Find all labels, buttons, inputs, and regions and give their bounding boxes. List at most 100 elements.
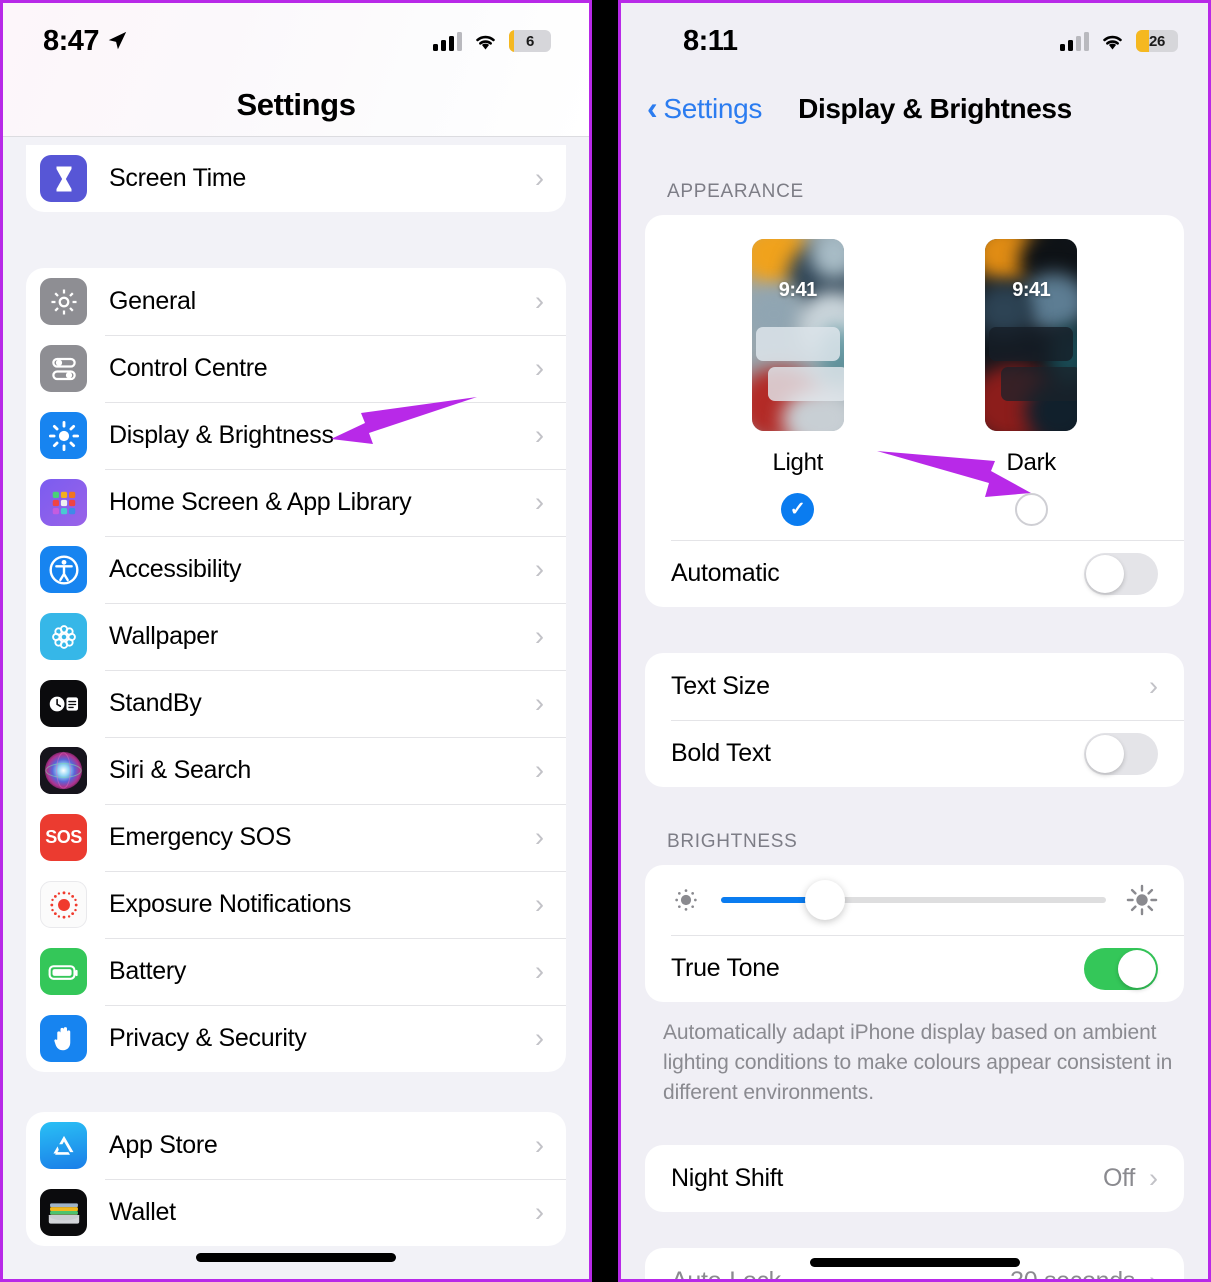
app-store-icon xyxy=(40,1122,87,1169)
appearance-option-label: Light xyxy=(772,449,824,476)
sidebar-item-label: Home Screen & App Library xyxy=(109,488,412,516)
text-card: Text Size › Bold Text xyxy=(645,653,1184,787)
automatic-toggle[interactable] xyxy=(1084,552,1158,595)
true-tone-description: Automatically adapt iPhone display based… xyxy=(663,1021,1173,1104)
brightness-slider-row[interactable] xyxy=(645,865,1184,935)
battery-icon: 6 xyxy=(509,30,551,52)
battery-level-right: 26 xyxy=(1148,32,1166,50)
sidebar-item-privacy-and-security[interactable]: Privacy & Security › xyxy=(26,1005,566,1072)
chevron-right-icon: › xyxy=(535,621,544,651)
sidebar-item-label: Siri & Search xyxy=(109,756,251,784)
chevron-right-icon: › xyxy=(535,1130,544,1160)
chevron-right-icon: › xyxy=(535,822,544,852)
night-shift-value: Off xyxy=(1103,1164,1135,1193)
check-icon: ✓ xyxy=(789,499,806,520)
preview-time-dark: 9:41 xyxy=(1012,279,1051,301)
hand-icon xyxy=(40,1015,87,1062)
sidebar-item-emergency-sos[interactable]: SOS Emergency SOS › xyxy=(26,804,566,871)
chevron-right-icon: › xyxy=(535,688,544,718)
appearance-option-light[interactable]: 9:41 Light ✓ xyxy=(718,239,878,526)
sidebar-item-exposure-notifications[interactable]: Exposure Notifications › xyxy=(26,871,566,938)
sidebar-item-wallpaper[interactable]: Wallpaper › xyxy=(26,603,566,670)
sidebar-item-control-centre[interactable]: Control Centre › xyxy=(26,335,566,402)
sidebar-item-display-and-brightness[interactable]: Display & Brightness › xyxy=(26,402,566,469)
true-tone-toggle[interactable] xyxy=(1084,947,1158,990)
light-wallpaper-preview: 9:41 xyxy=(751,239,844,431)
hourglass-icon xyxy=(40,155,87,202)
exposure-dot-icon xyxy=(40,881,87,928)
chevron-right-icon: › xyxy=(535,286,544,316)
status-time-left-text: 8:47 xyxy=(43,24,100,57)
brightness-card: True Tone xyxy=(645,865,1184,1002)
status-indicators-right: 26 xyxy=(1060,30,1178,52)
radio-light-selected[interactable]: ✓ xyxy=(781,493,815,526)
back-button[interactable]: ‹ Settings xyxy=(647,92,762,125)
auto-lock-value: 30 seconds xyxy=(1010,1267,1135,1282)
chevron-right-icon: › xyxy=(535,755,544,785)
sidebar-item-screen-time[interactable]: Screen Time › xyxy=(26,145,566,212)
chevron-right-icon: › xyxy=(535,353,544,383)
sidebar-item-label: Display & Brightness xyxy=(109,421,334,449)
sidebar-item-label: Exposure Notifications xyxy=(109,890,352,918)
home-indicator-left xyxy=(196,1253,396,1262)
preview-widget xyxy=(989,327,1074,361)
true-tone-label: True Tone xyxy=(671,954,780,982)
text-size-row[interactable]: Text Size › xyxy=(645,653,1184,720)
sidebar-item-general[interactable]: General › xyxy=(26,268,566,335)
sidebar-item-standby[interactable]: StandBy › xyxy=(26,670,566,737)
automatic-label: Automatic xyxy=(671,559,780,587)
appearance-option-label: Dark xyxy=(1006,449,1057,476)
accessibility-icon xyxy=(40,546,87,593)
preview-widget xyxy=(755,327,840,361)
true-tone-row[interactable]: True Tone xyxy=(645,935,1184,1002)
sun-icon xyxy=(40,412,87,459)
dark-wallpaper-preview: 9:41 xyxy=(985,239,1078,431)
auto-lock-label: Auto-Lock xyxy=(671,1267,781,1282)
sidebar-item-home-screen[interactable]: Home Screen & App Library › xyxy=(26,469,566,536)
bold-text-row[interactable]: Bold Text xyxy=(645,720,1184,787)
sidebar-item-label: Emergency SOS xyxy=(109,823,292,851)
radio-dark-unselected[interactable] xyxy=(1014,493,1048,526)
sidebar-item-label: Privacy & Security xyxy=(109,1024,307,1052)
page-title-left: Settings xyxy=(236,87,356,122)
sidebar-item-label: Wallpaper xyxy=(109,622,218,650)
sidebar-item-label: General xyxy=(109,287,196,315)
flower-icon xyxy=(40,613,87,660)
night-shift-row[interactable]: Night Shift Off › xyxy=(645,1145,1184,1212)
section-header-appearance: APPEARANCE xyxy=(667,181,804,202)
settings-list-scroll[interactable]: Screen Time › General › Control Centre ›… xyxy=(3,137,589,1279)
brightness-track[interactable] xyxy=(721,880,1106,920)
bold-text-toggle[interactable] xyxy=(1084,732,1158,775)
sidebar-item-siri-and-search[interactable]: Siri & Search › xyxy=(26,737,566,804)
sidebar-item-battery[interactable]: Battery › xyxy=(26,938,566,1005)
chevron-right-icon: › xyxy=(535,163,544,193)
sidebar-item-wallet[interactable]: Wallet › xyxy=(26,1179,566,1246)
sidebar-item-label: Control Centre xyxy=(109,354,268,382)
night-shift-label: Night Shift xyxy=(671,1164,784,1193)
wifi-icon xyxy=(1100,32,1125,51)
left-header: 8:47 6 Settings xyxy=(3,3,589,137)
appearance-previews: 9:41 Light ✓ 9:41 Dark xyxy=(645,239,1184,526)
sidebar-item-label: Battery xyxy=(109,957,187,985)
settings-app-screen: 8:47 6 Settings Screen Time › General › … xyxy=(3,3,589,1279)
page-title-right: Display & Brightness xyxy=(798,93,1072,124)
sidebar-item-label: StandBy xyxy=(109,689,202,717)
preview-widget xyxy=(767,367,844,401)
sidebar-item-app-store[interactable]: App Store › xyxy=(26,1112,566,1179)
standby-clock-icon xyxy=(40,680,87,727)
status-indicators-left: 6 xyxy=(433,30,551,52)
left-phone-panel: 8:47 6 Settings Screen Time › General › … xyxy=(0,0,592,1282)
status-bar-right: 8:11 26 xyxy=(621,23,1208,59)
sun-min-icon xyxy=(669,883,703,917)
sidebar-item-accessibility[interactable]: Accessibility › xyxy=(26,536,566,603)
battery-icon: 26 xyxy=(1136,30,1178,52)
cellular-signal-icon xyxy=(433,31,462,51)
wallet-icon xyxy=(40,1189,87,1236)
preview-time-light: 9:41 xyxy=(778,279,818,301)
automatic-row[interactable]: Automatic xyxy=(645,540,1184,607)
status-bar-left: 8:47 6 xyxy=(3,23,589,59)
chevron-right-icon: › xyxy=(1149,1266,1158,1282)
appearance-option-dark[interactable]: 9:41 Dark xyxy=(951,239,1111,526)
chevron-right-icon: › xyxy=(535,487,544,517)
display-settings-scroll[interactable]: APPEARANCE 9:41 Light ✓ 9:41 Dark Automa… xyxy=(621,181,1208,1279)
